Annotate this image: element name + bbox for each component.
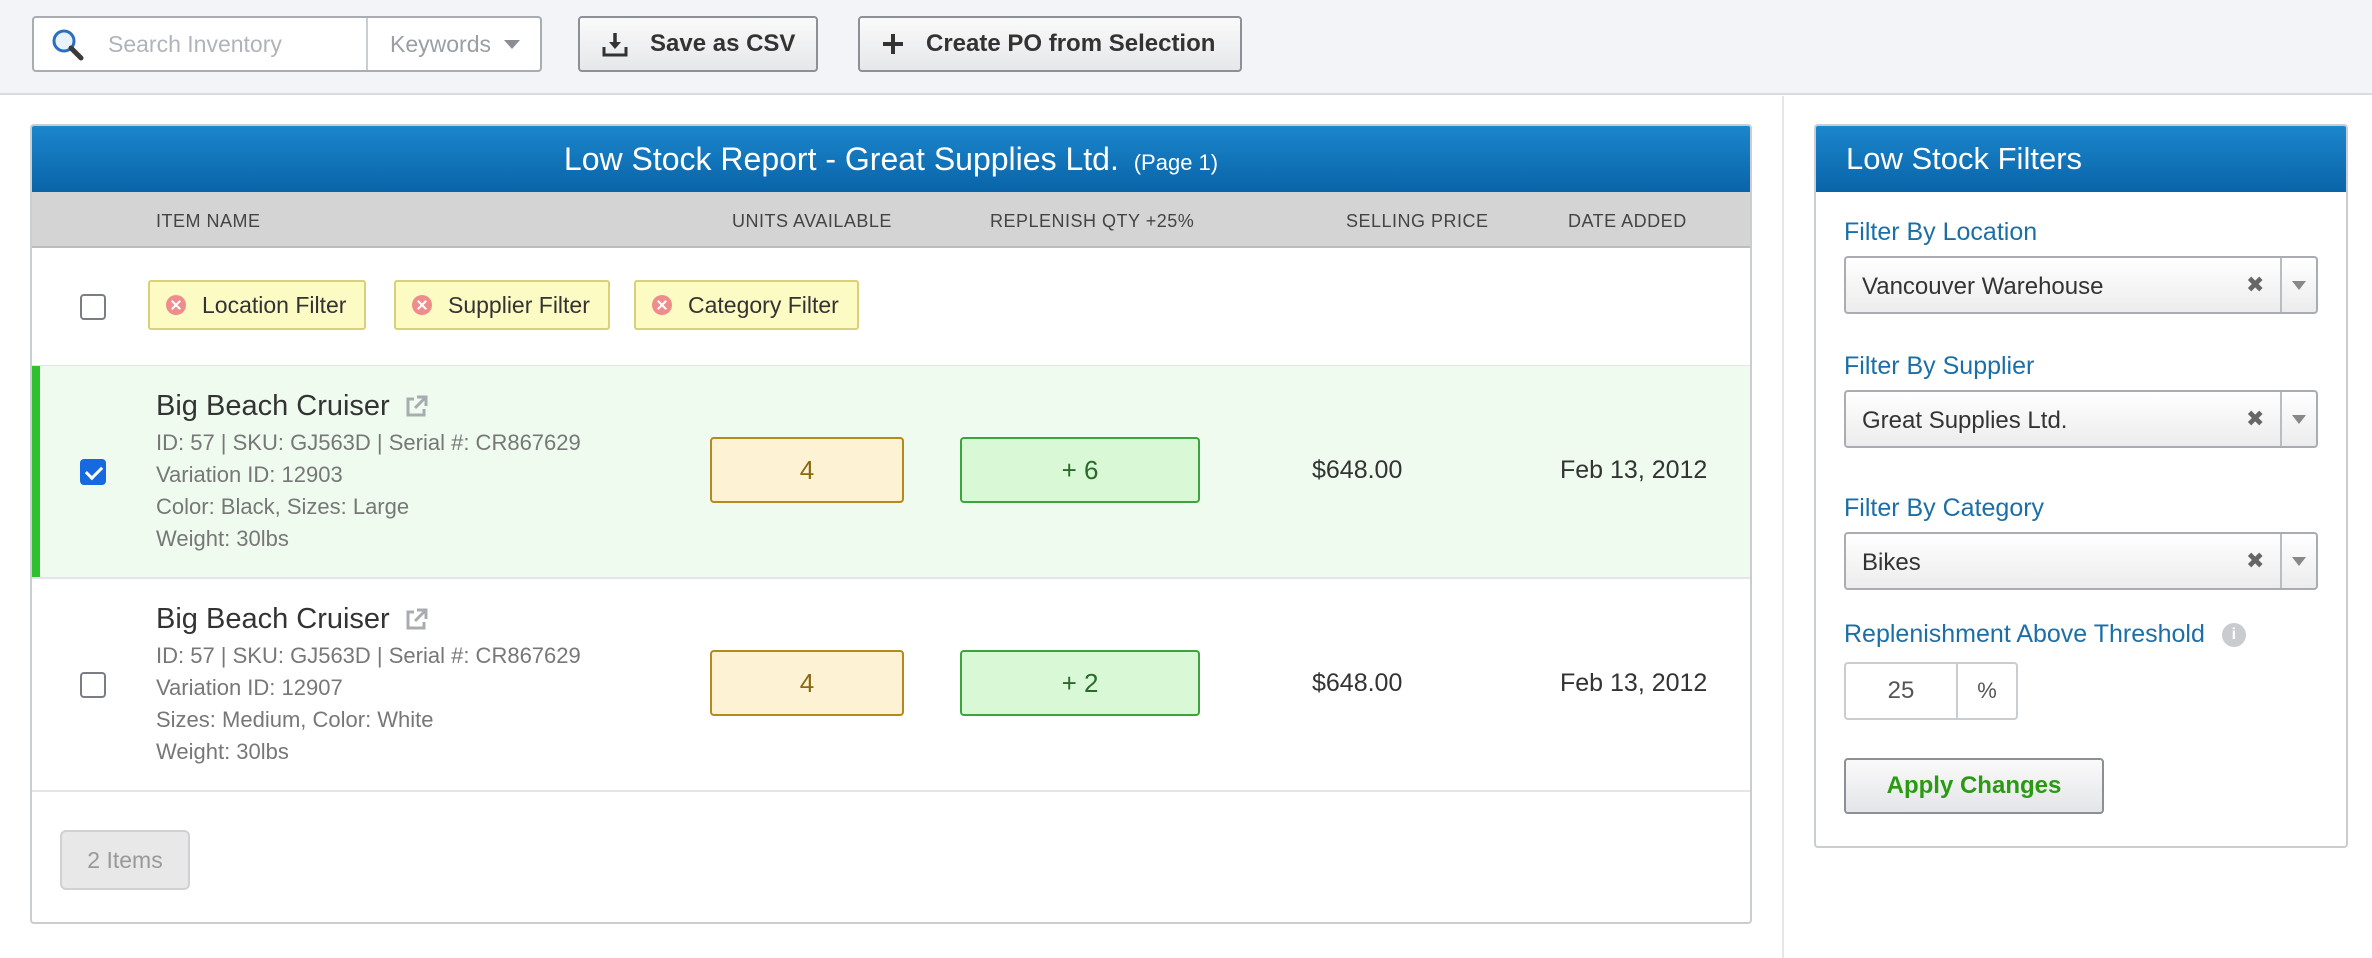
table-row[interactable]: Big Beach Cruiser ID: 57 | SKU: GJ563D |…: [32, 579, 1750, 792]
create-po-button[interactable]: Create PO from Selection: [858, 16, 1242, 72]
replenish-qty-value: + 6: [960, 437, 1200, 503]
date-added: Feb 13, 2012: [1560, 669, 1708, 697]
remove-filter-icon[interactable]: [652, 295, 672, 315]
category-select-value: Bikes: [1862, 549, 1921, 576]
low-stock-report-panel: Low Stock Report - Great Supplies Ltd. (…: [30, 124, 1752, 924]
threshold-unit: %: [1956, 662, 2018, 720]
chip-label: Category Filter: [688, 291, 839, 318]
units-available-value: 4: [710, 650, 904, 716]
save-csv-label: Save as CSV: [650, 30, 796, 57]
item-weight: Weight: 30lbs: [156, 526, 289, 551]
panel-divider: [1782, 96, 1784, 958]
location-select[interactable]: Vancouver Warehouse ✖: [1844, 256, 2318, 314]
dropdown-toggle[interactable]: [2280, 534, 2316, 588]
search-group: Keywords: [32, 16, 542, 72]
row-checkbox[interactable]: [80, 672, 106, 698]
save-csv-button[interactable]: Save as CSV: [578, 16, 818, 72]
supplier-filter-label: Filter By Supplier: [1844, 352, 2035, 380]
col-units-available[interactable]: UNITS AVAILABLE: [732, 211, 892, 232]
clear-icon[interactable]: ✖: [2246, 272, 2264, 298]
supplier-filter-chip[interactable]: Supplier Filter: [394, 280, 610, 330]
search-mode-select[interactable]: Keywords: [368, 18, 540, 70]
item-name[interactable]: Big Beach Cruiser: [156, 390, 390, 423]
replenish-qty-value: + 2: [960, 650, 1200, 716]
item-name-link[interactable]: Big Beach Cruiser: [156, 390, 581, 423]
location-select-value: Vancouver Warehouse: [1862, 273, 2104, 300]
search-box[interactable]: [34, 18, 368, 70]
selling-price: $648.00: [1312, 456, 1403, 484]
info-icon[interactable]: i: [2221, 623, 2246, 648]
top-toolbar: Keywords Save as CSV Create PO from Sele…: [0, 0, 2372, 95]
items-count-badge: 2 Items: [60, 830, 190, 890]
chip-label: Supplier Filter: [448, 291, 590, 318]
remove-filter-icon[interactable]: [166, 295, 186, 315]
item-name-link[interactable]: Big Beach Cruiser: [156, 603, 581, 636]
col-selling-price[interactable]: SELLING PRICE: [1346, 211, 1489, 232]
chevron-down-icon: [2292, 280, 2306, 290]
download-icon: [602, 31, 628, 57]
column-header-row: ITEM NAME UNITS AVAILABLE REPLENISH QTY …: [32, 192, 1750, 248]
category-select[interactable]: Bikes ✖: [1844, 532, 2318, 590]
chevron-down-icon: [2292, 414, 2306, 424]
location-filter-chip[interactable]: Location Filter: [148, 280, 367, 330]
supplier-select[interactable]: Great Supplies Ltd. ✖: [1844, 390, 2318, 448]
row-checkbox[interactable]: [80, 459, 106, 485]
item-info: Big Beach Cruiser ID: 57 | SKU: GJ563D |…: [156, 603, 581, 764]
col-date-added[interactable]: DATE ADDED: [1568, 211, 1687, 232]
threshold-label-row: Replenishment Above Threshold i: [1844, 620, 2246, 649]
threshold-input[interactable]: 25: [1844, 662, 1956, 720]
search-input[interactable]: [108, 30, 358, 58]
threshold-label: Replenishment Above Threshold: [1844, 620, 2205, 648]
external-link-icon[interactable]: [404, 395, 428, 419]
col-replenish-qty[interactable]: REPLENISH QTY +25%: [990, 211, 1194, 232]
active-filters-row: Location Filter Supplier Filter Category…: [32, 248, 1750, 366]
clear-icon[interactable]: ✖: [2246, 548, 2264, 574]
category-filter-label: Filter By Category: [1844, 494, 2045, 522]
table-row[interactable]: Big Beach Cruiser ID: 57 | SKU: GJ563D |…: [32, 366, 1750, 579]
apply-changes-button[interactable]: Apply Changes: [1844, 758, 2104, 814]
external-link-icon[interactable]: [404, 608, 428, 632]
dropdown-toggle[interactable]: [2280, 392, 2316, 446]
chevron-down-icon: [2292, 556, 2306, 566]
item-ids: ID: 57 | SKU: GJ563D | Serial #: CR86762…: [156, 430, 581, 455]
select-all-checkbox[interactable]: [80, 294, 106, 320]
chip-label: Location Filter: [202, 291, 347, 318]
category-filter-chip[interactable]: Category Filter: [634, 280, 859, 330]
plus-icon: [882, 33, 904, 55]
selling-price: $648.00: [1312, 669, 1403, 697]
item-attributes: Color: Black, Sizes: Large: [156, 494, 410, 519]
report-header: Low Stock Report - Great Supplies Ltd. (…: [32, 126, 1750, 192]
units-available-value: 4: [710, 437, 904, 503]
remove-filter-icon[interactable]: [412, 295, 432, 315]
report-title: Low Stock Report - Great Supplies Ltd.: [563, 141, 1119, 177]
filters-title: Low Stock Filters: [1816, 126, 2346, 192]
item-ids: ID: 57 | SKU: GJ563D | Serial #: CR86762…: [156, 643, 581, 668]
search-mode-label: Keywords: [390, 30, 491, 57]
item-info: Big Beach Cruiser ID: 57 | SKU: GJ563D |…: [156, 390, 581, 551]
date-added: Feb 13, 2012: [1560, 456, 1708, 484]
item-weight: Weight: 30lbs: [156, 739, 289, 764]
col-item-name[interactable]: ITEM NAME: [156, 211, 261, 232]
dropdown-toggle[interactable]: [2280, 258, 2316, 312]
create-po-label: Create PO from Selection: [926, 30, 1216, 57]
chevron-down-icon: [504, 39, 520, 49]
report-page-label: (Page 1): [1133, 150, 1219, 175]
search-icon: [50, 27, 90, 61]
low-stock-filters-panel: Low Stock Filters Filter By Location Van…: [1814, 124, 2348, 848]
item-name[interactable]: Big Beach Cruiser: [156, 603, 390, 636]
supplier-select-value: Great Supplies Ltd.: [1862, 407, 2068, 434]
item-attributes: Sizes: Medium, Color: White: [156, 707, 434, 732]
clear-icon[interactable]: ✖: [2246, 406, 2264, 432]
item-variation: Variation ID: 12907: [156, 675, 343, 700]
location-filter-label: Filter By Location: [1844, 218, 2038, 246]
item-variation: Variation ID: 12903: [156, 462, 343, 487]
